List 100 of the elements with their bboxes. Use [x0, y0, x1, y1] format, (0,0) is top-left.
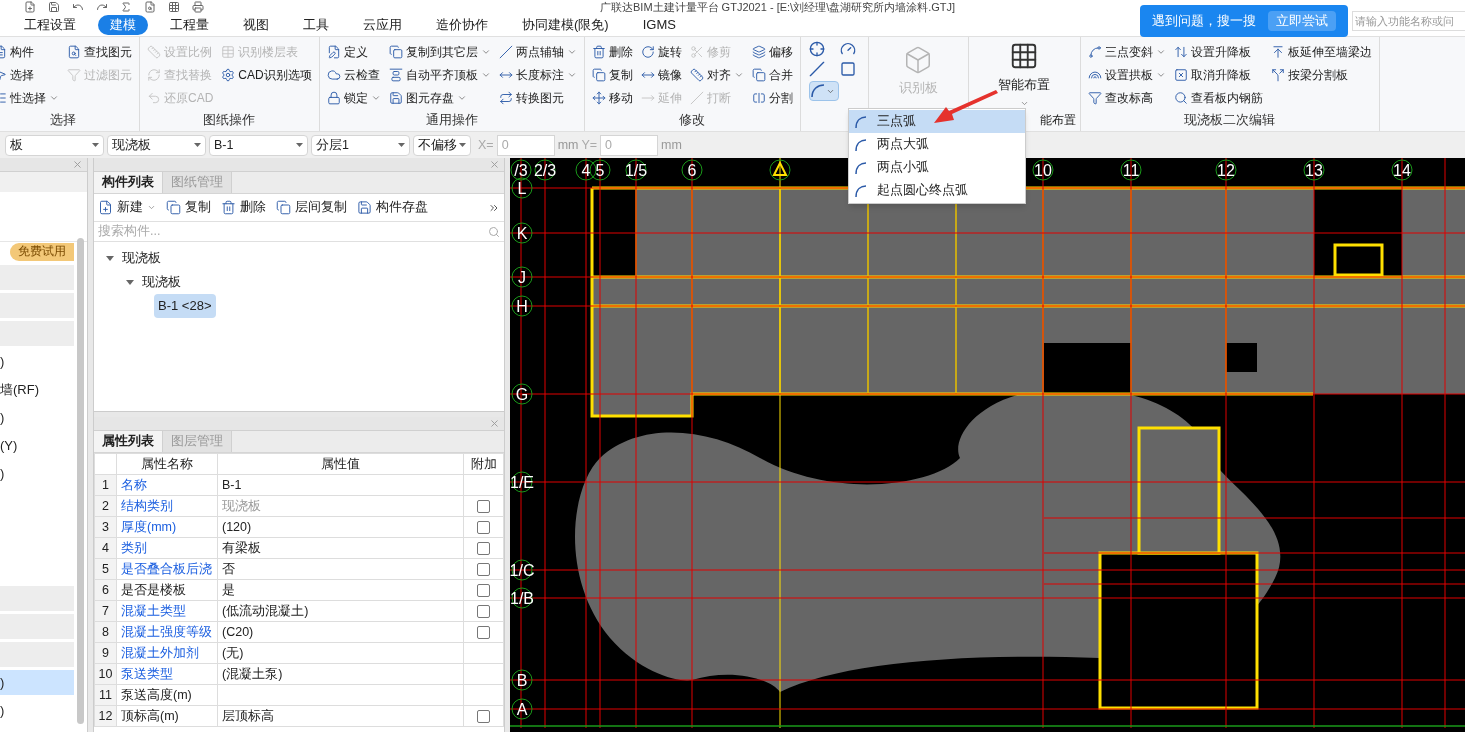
tool-button[interactable]: 三点变斜: [1085, 41, 1168, 63]
tool-button[interactable]: 复制到其它层: [386, 41, 493, 63]
tool-button[interactable]: 板延伸至墙梁边: [1268, 41, 1374, 63]
scrollbar[interactable]: [77, 238, 84, 724]
menu-tab[interactable]: 协同建模(限免): [510, 15, 621, 35]
property-value[interactable]: 是: [217, 579, 464, 601]
tool-button[interactable]: 合并: [749, 64, 795, 86]
tool-button[interactable]: 自动平齐顶板: [386, 64, 493, 86]
property-value[interactable]: 否: [217, 558, 464, 580]
tool-button[interactable]: 分割: [749, 87, 795, 109]
checkbox[interactable]: [477, 562, 490, 576]
menu-item[interactable]: 起点圆心终点弧: [849, 179, 1025, 202]
toolbar-button[interactable]: 构件存盘: [357, 198, 428, 217]
tree-item[interactable]: B-1 <28>: [154, 294, 216, 318]
menu-tab[interactable]: 建模: [98, 15, 148, 35]
filter-dropdown[interactable]: 分层1: [311, 134, 410, 156]
tool-button[interactable]: 长度标注: [496, 64, 579, 86]
tool-button[interactable]: 移动: [589, 87, 635, 109]
tool-button[interactable]: 设置升降板: [1171, 41, 1265, 63]
arc-dropdown-button[interactable]: [808, 81, 839, 101]
menu-tab[interactable]: 工程量: [158, 15, 221, 35]
checkbox[interactable]: [477, 709, 490, 723]
tool-button[interactable]: 图元存盘: [386, 87, 493, 109]
property-value[interactable]: 层顶标高: [217, 705, 464, 727]
checkbox[interactable]: [477, 541, 490, 555]
print-icon[interactable]: [192, 1, 204, 13]
tool-button[interactable]: 对齐: [687, 64, 746, 86]
tool-button[interactable]: 选择: [0, 64, 61, 86]
new-file-icon[interactable]: [24, 1, 36, 13]
menu-tab[interactable]: 视图: [231, 15, 281, 35]
nav-item[interactable]: ): [0, 670, 74, 695]
menu-tab[interactable]: 造价协作: [424, 15, 500, 35]
menu-tab[interactable]: IGMS: [630, 15, 688, 35]
tool-button[interactable]: 云检查: [324, 64, 383, 86]
nav-item[interactable]: 墙(RF): [0, 377, 74, 402]
tool-button[interactable]: 旋转: [638, 41, 684, 63]
property-value[interactable]: B-1: [217, 474, 464, 496]
tool-button[interactable]: 查改标高: [1085, 87, 1168, 109]
undo-icon[interactable]: [72, 1, 84, 13]
tool-button[interactable]: 镜像: [638, 64, 684, 86]
checkbox[interactable]: [477, 583, 490, 597]
toolbar-button[interactable]: 复制: [166, 198, 211, 217]
tree-item[interactable]: 现浇板: [138, 272, 185, 292]
property-value[interactable]: 有梁板: [217, 537, 464, 559]
property-value[interactable]: (C20): [217, 621, 464, 643]
free-trial-badge[interactable]: 免费试用: [10, 243, 74, 261]
grid-icon[interactable]: [168, 1, 180, 13]
property-value[interactable]: (低流动混凝土): [217, 600, 464, 622]
tool-button[interactable]: 性选择: [0, 87, 61, 109]
search-icon[interactable]: [144, 1, 156, 13]
property-value[interactable]: (无): [217, 642, 464, 664]
tool-button[interactable]: 设置拱板: [1085, 64, 1168, 86]
rectangle-icon[interactable]: [840, 61, 857, 77]
save-icon[interactable]: [48, 1, 60, 13]
smart-layout-button[interactable]: 智能布置: [998, 41, 1051, 108]
expand-caret-icon[interactable]: [126, 278, 134, 286]
menu-item[interactable]: 两点大弧: [849, 133, 1025, 156]
toolbar-button[interactable]: 层间复制: [276, 198, 347, 217]
tool-button[interactable]: 构件: [0, 41, 61, 63]
checkbox[interactable]: [477, 499, 490, 513]
panel-tab[interactable]: 构件列表: [94, 172, 163, 193]
menu-item[interactable]: 两点小弧: [849, 156, 1025, 179]
tool-button[interactable]: 删除: [589, 41, 635, 63]
tool-button[interactable]: 偏移: [749, 41, 795, 63]
search-field[interactable]: 请输入功能名称或问: [1352, 11, 1465, 31]
menu-tab[interactable]: 云应用: [351, 15, 414, 35]
property-value[interactable]: (120): [217, 516, 464, 538]
nav-item[interactable]: ): [0, 349, 74, 374]
menu-tab[interactable]: 工程设置: [12, 15, 88, 35]
filter-dropdown[interactable]: 不偏移: [413, 134, 471, 156]
component-search-field[interactable]: 搜索构件...: [98, 222, 488, 241]
checkbox[interactable]: [477, 625, 490, 639]
menu-tab[interactable]: 工具: [291, 15, 341, 35]
expand-caret-icon[interactable]: [106, 254, 114, 262]
filter-dropdown[interactable]: B-1: [209, 134, 308, 156]
tool-button[interactable]: 查看板内钢筋: [1171, 87, 1265, 109]
toolbar-button[interactable]: 新建: [98, 198, 156, 217]
point-icon[interactable]: [808, 41, 825, 57]
tool-button[interactable]: 查找图元: [65, 41, 134, 63]
menu-item[interactable]: 三点弧: [849, 110, 1025, 133]
tool-button[interactable]: 两点辅轴: [496, 41, 579, 63]
property-value[interactable]: (混凝土泵): [217, 663, 464, 685]
tool-button[interactable]: 复制: [589, 64, 635, 86]
checkbox[interactable]: [477, 520, 490, 534]
nav-item[interactable]: ): [0, 698, 74, 723]
checkbox[interactable]: [477, 604, 490, 618]
tool-button[interactable]: CAD识别选项: [219, 64, 314, 86]
tool-button[interactable]: 取消升降板: [1171, 64, 1265, 86]
nav-item[interactable]: (Y): [0, 433, 74, 458]
tool-button[interactable]: 按梁分割板: [1268, 64, 1374, 86]
tree-item[interactable]: 现浇板: [118, 248, 165, 268]
tool-button[interactable]: 定义: [324, 41, 383, 63]
nav-item[interactable]: ): [0, 461, 74, 486]
filter-dropdown[interactable]: 板: [5, 134, 104, 156]
filter-dropdown[interactable]: 现浇板: [107, 134, 206, 156]
nav-item[interactable]: ): [0, 405, 74, 430]
tool-button[interactable]: 转换图元: [496, 87, 579, 109]
panel-tab[interactable]: 属性列表: [94, 431, 163, 452]
toolbar-button[interactable]: 删除: [221, 198, 266, 217]
sum-icon[interactable]: [120, 1, 132, 13]
